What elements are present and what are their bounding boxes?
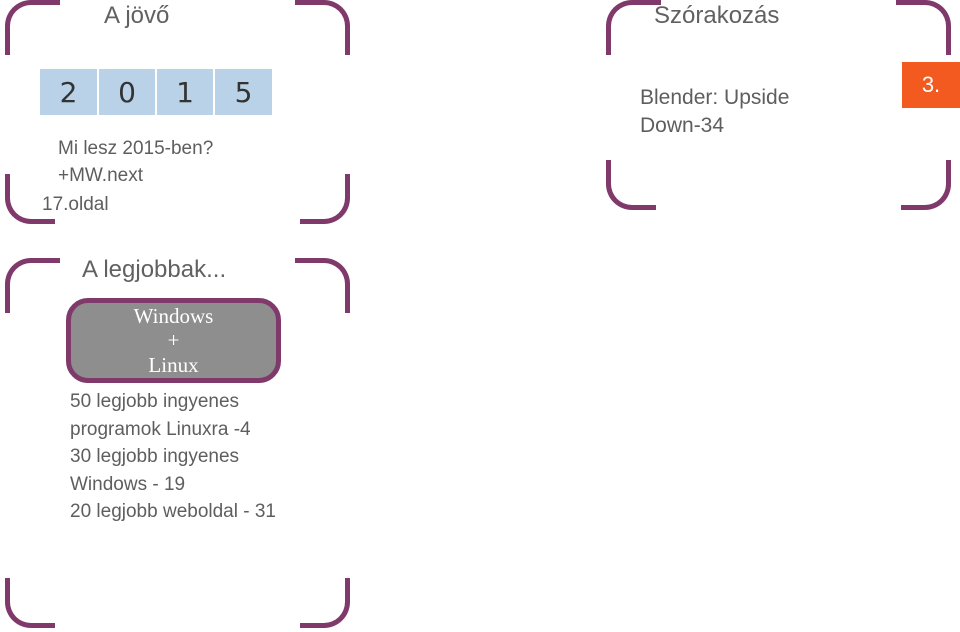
panel-future-title: A jövő [104, 2, 169, 30]
panel-best-title: A legjobbak... [82, 256, 226, 284]
year-digit: 0 [98, 68, 156, 116]
panel-future-pageref: 17.oldal [42, 194, 109, 216]
text-line: Down-34 [640, 112, 789, 140]
page-number-tab: 3. [902, 62, 960, 108]
year-digit: 2 [40, 68, 98, 116]
year-cells: 2 0 1 5 [40, 68, 272, 116]
badge-line: Windows [134, 304, 214, 328]
badge-plus: + [168, 328, 180, 352]
text-line: Blender: Upside [640, 84, 789, 112]
panel-fun-title: Szórakozás [654, 2, 779, 30]
panel-best-body: 50 legjobb ingyenes programok Linuxra -4… [70, 388, 276, 526]
text-line: 20 legjobb weboldal - 31 [70, 498, 276, 526]
os-badge: Windows + Linux [66, 298, 281, 383]
panel-future-subtitle: Mi lesz 2015-ben? +MW.next [58, 136, 213, 189]
panel-fun-body: Blender: Upside Down-34 [640, 84, 789, 141]
text-line: 30 legjobb ingyenes [70, 443, 276, 471]
year-digit: 1 [156, 68, 214, 116]
text-line: programok Linuxra -4 [70, 416, 276, 444]
text-line: Windows - 19 [70, 471, 276, 499]
text-line: 50 legjobb ingyenes [70, 388, 276, 416]
badge-line: Linux [148, 353, 198, 377]
year-digit: 5 [214, 68, 272, 116]
page-root: A jövő 2 0 1 5 Mi lesz 2015-ben? +MW.nex… [0, 0, 960, 632]
text-line: Mi lesz 2015-ben? [58, 136, 213, 163]
text-line: +MW.next [58, 163, 213, 190]
